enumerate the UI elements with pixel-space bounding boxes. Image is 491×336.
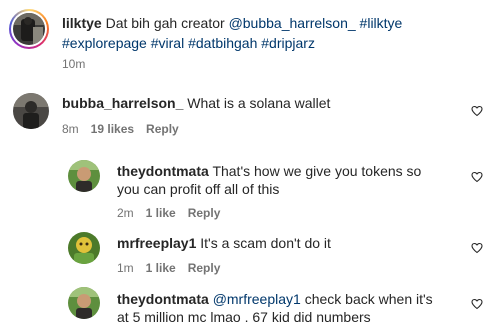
caption-timestamp: 10m — [62, 57, 86, 71]
comment-avatar-image — [68, 160, 100, 192]
comment-avatar-image — [68, 287, 100, 319]
caption-mention-link[interactable]: @bubba_harrelson_ — [229, 15, 356, 31]
heart-outline-icon[interactable] — [471, 105, 483, 117]
comment-avatar[interactable] — [68, 232, 100, 264]
comment-avatar-image — [13, 93, 49, 129]
comment-likes[interactable]: 19 likes — [91, 122, 134, 136]
caption-hashtag-link[interactable]: #lilktye — [360, 15, 403, 31]
heart-outline-icon[interactable] — [471, 242, 483, 254]
comment-username[interactable]: theydontmata — [117, 291, 209, 307]
comment-timestamp: 1m — [117, 261, 134, 275]
comment-mention-link[interactable]: @mrfreeplay1 — [213, 291, 301, 307]
caption-username[interactable]: lilktye — [62, 15, 102, 31]
comment-text: check back when it's — [304, 291, 433, 307]
reply-button[interactable]: Reply — [188, 206, 221, 220]
comment-avatar[interactable] — [68, 160, 100, 192]
reply-button[interactable]: Reply — [146, 122, 179, 136]
comment-avatar[interactable] — [68, 287, 100, 319]
comment-avatar-image — [68, 232, 100, 264]
reply-button[interactable]: Reply — [188, 261, 221, 275]
comment-text: What is a solana wallet — [187, 95, 331, 111]
caption-text: Dat bih gah creator — [105, 15, 225, 31]
comment-text-continued: at 5 million mc lmao . 67 kid did number… — [117, 309, 371, 325]
comment-avatar[interactable] — [13, 93, 49, 129]
caption-avatar-image — [13, 13, 45, 45]
comment-body: theydontmata That's how we give you toke… — [117, 162, 421, 180]
comment-text: That's how we give you tokens so — [212, 163, 422, 179]
comment-username[interactable]: theydontmata — [117, 163, 209, 179]
heart-outline-icon[interactable] — [471, 171, 483, 183]
comment-text: It's a scam don't do it — [200, 235, 331, 251]
caption-hashtags[interactable]: #explorepage #viral #datbihgah #dripjarz — [62, 34, 315, 52]
comment-likes[interactable]: 1 like — [146, 206, 176, 220]
caption-avatar[interactable] — [13, 13, 45, 45]
comment-text-continued: you can profit off all of this — [117, 181, 280, 197]
comment-timestamp: 2m — [117, 206, 134, 220]
heart-outline-icon[interactable] — [471, 298, 483, 310]
comment-username[interactable]: bubba_harrelson_ — [62, 95, 183, 111]
comment-timestamp: 8m — [62, 122, 79, 136]
comment-username[interactable]: mrfreeplay1 — [117, 235, 196, 251]
comment-likes[interactable]: 1 like — [146, 261, 176, 275]
